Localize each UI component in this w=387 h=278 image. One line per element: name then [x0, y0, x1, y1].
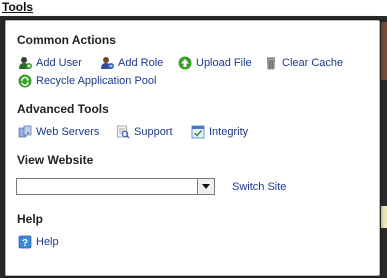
- top-bar: Tools: [0, 0, 387, 16]
- help-link[interactable]: ? Help: [18, 235, 59, 249]
- web-servers-label: Web Servers: [36, 126, 100, 138]
- chevron-down-icon[interactable]: [197, 179, 214, 194]
- add-role-icon: [100, 56, 114, 70]
- clear-cache-label: Clear Cache: [282, 57, 344, 69]
- recycle-icon: [18, 74, 32, 88]
- upload-file-link[interactable]: Upload File: [178, 56, 252, 70]
- web-servers-link[interactable]: Web Servers: [18, 125, 99, 139]
- add-user-label: Add User: [36, 57, 82, 69]
- svg-text:?: ?: [22, 238, 28, 249]
- help-heading: Help: [17, 212, 44, 226]
- recycle-app-pool-link[interactable]: Recycle Application Pool: [18, 74, 156, 88]
- support-label: Support: [134, 126, 173, 138]
- support-link[interactable]: Support: [116, 125, 173, 139]
- integrity-label: Integrity: [209, 126, 249, 138]
- help-icon: ?: [18, 235, 32, 249]
- tools-dropdown-panel: Common Actions Add User Add Role Upload …: [5, 20, 380, 276]
- tools-menu-trigger[interactable]: Tools: [2, 0, 33, 14]
- view-website-heading: View Website: [17, 153, 94, 167]
- advanced-tools-heading: Advanced Tools: [17, 102, 109, 116]
- clear-cache-link[interactable]: Clear Cache: [264, 56, 343, 70]
- switch-site-link[interactable]: Switch Site: [232, 181, 286, 193]
- recycle-app-pool-label: Recycle Application Pool: [36, 75, 157, 87]
- upload-file-label: Upload File: [196, 57, 252, 69]
- trash-icon: [264, 56, 278, 70]
- servers-icon: [18, 125, 32, 139]
- add-role-label: Add Role: [118, 57, 164, 69]
- add-user-link[interactable]: Add User: [18, 56, 82, 70]
- integrity-link[interactable]: Integrity: [191, 125, 248, 139]
- website-select[interactable]: [16, 178, 215, 195]
- help-label: Help: [36, 236, 59, 248]
- integrity-icon: [191, 125, 205, 139]
- add-role-link[interactable]: Add Role: [100, 56, 163, 70]
- support-icon: [116, 125, 130, 139]
- add-user-icon: [18, 56, 32, 70]
- background-page-fragment: [381, 22, 387, 80]
- common-actions-heading: Common Actions: [17, 33, 116, 47]
- upload-icon: [178, 56, 192, 70]
- background-page-fragment: [381, 206, 387, 228]
